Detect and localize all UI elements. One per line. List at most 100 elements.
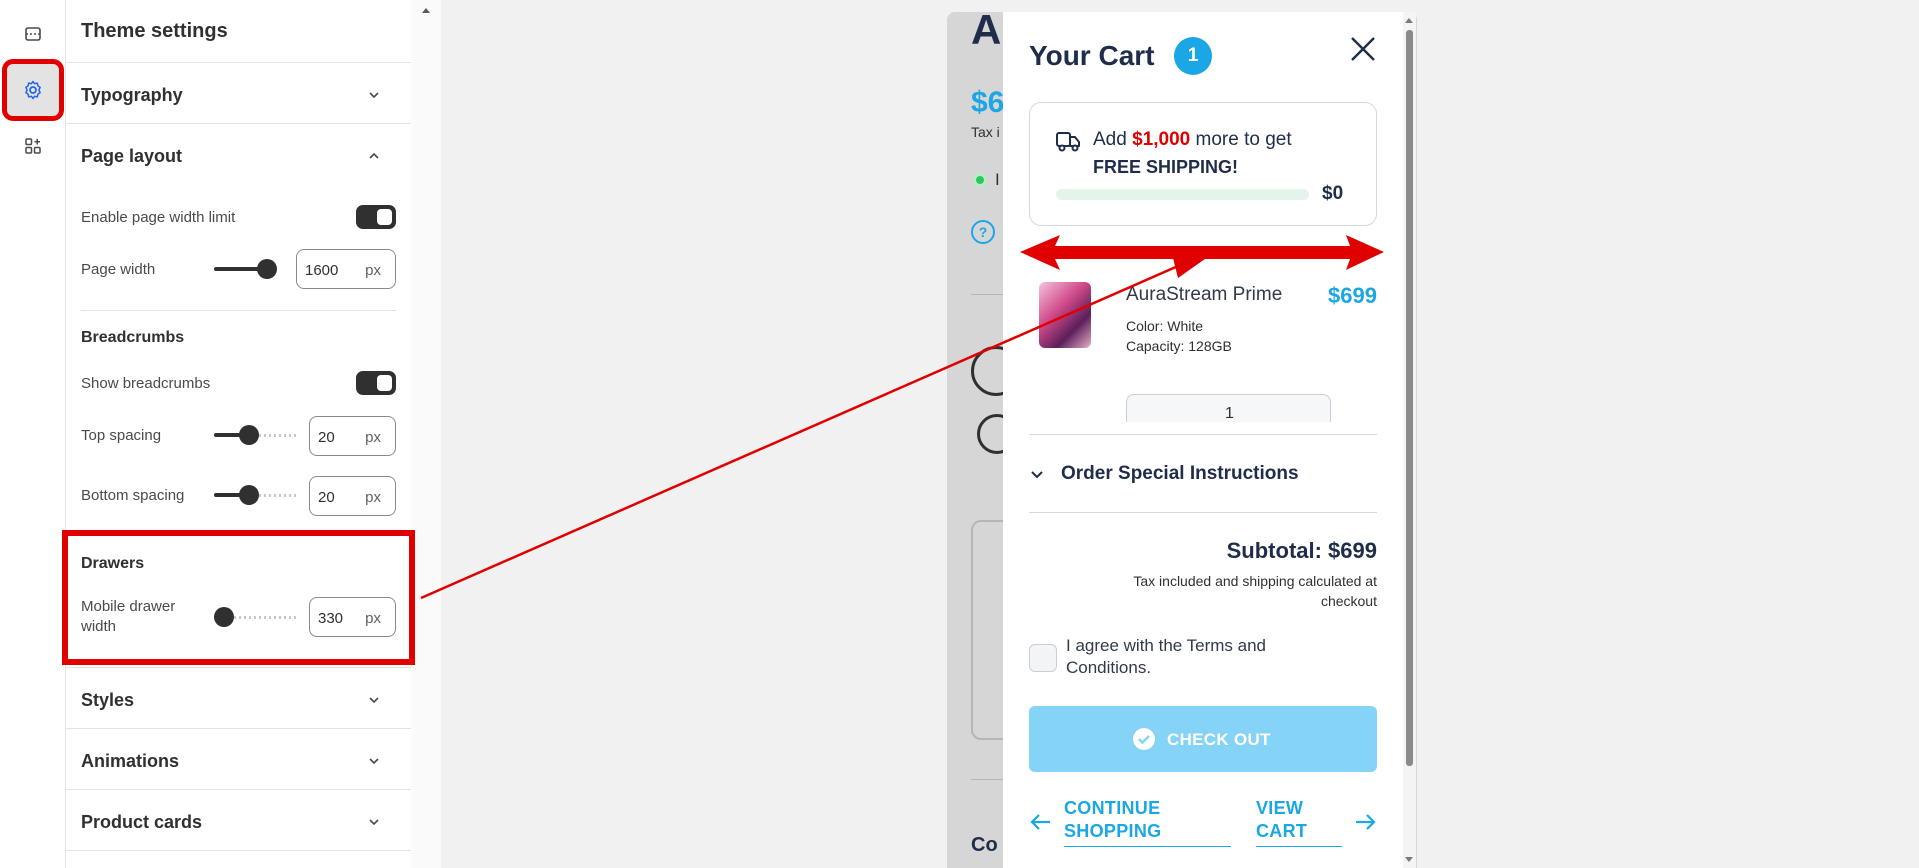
section-styles[interactable]: Styles: [66, 668, 411, 728]
preview-price: $6: [971, 86, 1005, 119]
close-icon[interactable]: [1348, 34, 1378, 64]
bottom-spacing-input[interactable]: 20 px: [309, 476, 396, 516]
shipping-progress-bar: [1056, 189, 1309, 200]
shipping-suffix: more to get: [1195, 129, 1292, 150]
bottom-spacing-unit: px: [365, 489, 381, 506]
theme-settings-button[interactable]: [2, 59, 64, 121]
scrollbar-thumb[interactable]: [1406, 30, 1413, 766]
page-width-slider[interactable]: [214, 259, 279, 279]
enable-page-width-limit-label: Enable page width limit: [81, 209, 236, 226]
show-breadcrumbs-toggle[interactable]: [356, 371, 396, 395]
apps-button[interactable]: [7, 120, 59, 172]
product-thumbnail[interactable]: [1039, 282, 1091, 348]
sections-button[interactable]: [7, 8, 59, 60]
cart-drawer: Your Cart 1 Add $1,000 more to get FREE …: [1003, 12, 1416, 868]
chevron-down-icon: [369, 819, 379, 826]
scroll-down-icon[interactable]: [1403, 855, 1415, 865]
top-spacing-label: Top spacing: [81, 427, 162, 444]
view-cart-line-1: VIEW: [1256, 798, 1304, 818]
continue-line-2: SHOPPING: [1064, 821, 1162, 841]
link-underline: [1256, 846, 1342, 847]
divider: [1029, 512, 1377, 513]
product-name[interactable]: AuraStream Prime: [1126, 284, 1282, 306]
scroll-up-icon[interactable]: [1403, 15, 1415, 25]
page-width-input[interactable]: 1600 px: [296, 249, 396, 289]
tax-note-line-2: checkout: [1320, 593, 1377, 609]
product-price: $699: [1328, 283, 1377, 308]
slider-thumb[interactable]: [257, 259, 277, 279]
panel-title: Theme settings: [81, 20, 228, 42]
section-animations[interactable]: Animations: [66, 729, 411, 789]
page-width-value: 1600: [305, 262, 339, 279]
outer-scrollbar[interactable]: [411, 0, 441, 868]
shipping-line-2: FREE SHIPPING!: [1093, 157, 1239, 177]
top-spacing-value: 20: [318, 429, 335, 446]
scroll-up-icon[interactable]: [420, 5, 432, 15]
toggle-knob: [377, 209, 392, 225]
product-color: Color: White: [1126, 318, 1204, 334]
theme-settings-icon: [25, 80, 41, 100]
subtotal: Subtotal: $699: [1226, 538, 1377, 563]
check-circle-icon: [1133, 728, 1155, 750]
slider-thumb[interactable]: [239, 425, 259, 445]
continue-line-1: CONTINUE: [1064, 798, 1161, 818]
cart-item: AuraStream Prime $699 Color: White Capac…: [1029, 274, 1377, 422]
show-breadcrumbs-label: Show breadcrumbs: [81, 375, 211, 392]
divider: [66, 850, 411, 851]
apps-icon: [25, 138, 41, 154]
bottom-spacing-slider[interactable]: [214, 485, 299, 505]
chevron-down-icon: [1031, 471, 1043, 479]
drawer-scrollbar[interactable]: [1403, 12, 1416, 868]
section-typography[interactable]: Typography: [66, 63, 411, 123]
view-cart-link[interactable]: VIEW CART: [1256, 798, 1377, 854]
top-spacing-slider[interactable]: [214, 425, 299, 445]
page-width-label: Page width: [81, 261, 156, 278]
free-shipping-box: Add $1,000 more to get FREE SHIPPING! $0: [1029, 102, 1377, 226]
chevron-down-icon: [369, 758, 379, 765]
cart-count-badge: 1: [1174, 37, 1212, 75]
page-width-unit: px: [365, 262, 381, 279]
bottom-spacing-value: 20: [318, 489, 335, 506]
arrow-right-icon: [1356, 814, 1376, 830]
sections-icon: [25, 27, 41, 41]
theme-settings-panel: Theme settings Typography Page layout En…: [66, 0, 441, 868]
truck-icon: [1056, 132, 1080, 152]
terms-label-line-1[interactable]: I agree with the Terms and: [1066, 636, 1266, 656]
preview-footer-heading: Co: [971, 834, 998, 856]
help-icon: ?: [971, 220, 995, 244]
toggle-knob: [377, 375, 392, 391]
top-spacing-unit: px: [365, 429, 381, 446]
section-page-layout[interactable]: Page layout: [66, 124, 411, 184]
shipping-amount: $1,000: [1132, 129, 1191, 150]
quantity-value: 1: [1225, 405, 1234, 422]
checkout-button[interactable]: CHECK OUT: [1029, 706, 1377, 772]
section-typography-label: Typography: [81, 85, 183, 105]
continue-shopping-link[interactable]: CONTINUE SHOPPING: [1029, 798, 1231, 854]
icon-rail: [0, 0, 66, 868]
top-spacing-input[interactable]: 20 px: [309, 416, 396, 456]
shipping-current-value: $0: [1322, 183, 1344, 204]
preview-tax-note: Tax i: [971, 124, 1000, 140]
slider-thumb[interactable]: [239, 485, 259, 505]
shipping-prefix: Add: [1093, 129, 1127, 150]
order-instructions-toggle[interactable]: Order Special Instructions: [1029, 460, 1377, 490]
section-page-layout-label: Page layout: [81, 146, 183, 166]
checkout-label: CHECK OUT: [1167, 730, 1271, 749]
arrow-left-icon: [1030, 814, 1050, 830]
section-product-cards-label: Product cards: [81, 812, 203, 832]
product-capacity: Capacity: 128GB: [1126, 338, 1232, 354]
terms-checkbox[interactable]: [1029, 644, 1057, 672]
breadcrumbs-heading: Breadcrumbs: [81, 329, 185, 346]
tax-note-line-1: Tax included and shipping calculated at: [1133, 573, 1377, 589]
chevron-down-icon: [369, 697, 379, 704]
chevron-up-icon: [369, 152, 379, 159]
preview-heading: A: [971, 12, 1002, 53]
section-animations-label: Animations: [81, 751, 180, 771]
section-product-cards[interactable]: Product cards: [66, 790, 411, 850]
preview-stock: I: [995, 170, 1000, 189]
terms-label-line-2[interactable]: Conditions.: [1066, 658, 1151, 678]
link-underline: [1064, 846, 1231, 847]
quantity-stepper[interactable]: 1: [1126, 394, 1331, 422]
drawers-highlight-annotation: [62, 530, 415, 665]
enable-page-width-limit-toggle[interactable]: [356, 205, 396, 229]
